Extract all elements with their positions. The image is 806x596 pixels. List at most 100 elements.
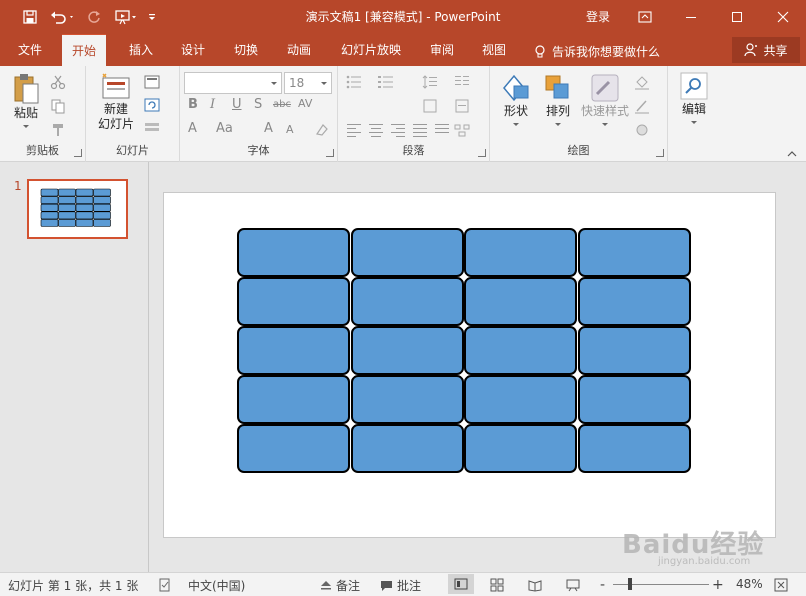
language-indicator[interactable]: 中文(中国) — [188, 577, 245, 594]
slide-canvas[interactable] — [163, 192, 776, 538]
spell-check-icon[interactable] — [158, 578, 172, 592]
fit-to-window-icon[interactable] — [774, 578, 788, 592]
grid-shape[interactable] — [350, 228, 464, 277]
italic-button[interactable]: I — [210, 97, 215, 112]
tab-design[interactable]: 设计 — [171, 34, 215, 66]
collapse-ribbon-icon[interactable] — [786, 150, 798, 158]
reset-icon[interactable] — [144, 97, 160, 113]
grid-shape[interactable] — [464, 424, 577, 473]
shapes-button[interactable]: 形状 — [496, 72, 536, 126]
underline-button[interactable]: U — [232, 97, 242, 112]
grid-shape[interactable] — [577, 228, 691, 277]
change-case-button[interactable]: Aa — [216, 121, 233, 136]
grid-shape[interactable] — [237, 228, 350, 277]
grid-shape[interactable] — [350, 375, 464, 424]
grid-shape[interactable] — [464, 326, 577, 375]
editing-label: 编辑 — [681, 102, 706, 116]
tab-insert[interactable]: 插入 — [119, 34, 163, 66]
notes-button[interactable]: 备注 — [320, 577, 360, 594]
maximize-icon[interactable] — [714, 0, 760, 34]
layout-icon[interactable] — [144, 74, 160, 90]
grid-shape[interactable] — [464, 277, 577, 326]
grid-shape[interactable] — [237, 277, 350, 326]
font-size-combo[interactable]: 18 — [284, 72, 332, 94]
new-slide-button[interactable]: 新建 幻灯片 — [92, 72, 140, 132]
zoom-slider-thumb[interactable] — [628, 578, 632, 590]
distributed-icon[interactable] — [434, 122, 450, 138]
grid-shape[interactable] — [577, 424, 691, 473]
section-icon[interactable] — [144, 120, 160, 136]
decrease-font-size-button[interactable]: A — [286, 123, 294, 136]
grid-shape[interactable] — [577, 375, 691, 424]
normal-view-button[interactable] — [448, 574, 474, 594]
paste-button[interactable]: 粘贴 — [8, 72, 44, 128]
format-painter-icon[interactable] — [50, 122, 66, 138]
tab-home[interactable]: 开始 — [62, 34, 107, 66]
align-center-icon[interactable] — [368, 122, 384, 138]
numbering-icon[interactable] — [378, 74, 394, 90]
grid-shape[interactable] — [464, 228, 577, 277]
font-launcher[interactable] — [326, 149, 334, 157]
clipboard-launcher[interactable] — [74, 149, 82, 157]
slide-thumbnail[interactable] — [27, 179, 128, 239]
align-left-icon[interactable] — [346, 122, 362, 138]
grid-shape[interactable] — [577, 277, 691, 326]
grid-shape[interactable] — [350, 326, 464, 375]
strikethrough-button[interactable]: abc — [273, 99, 291, 110]
shape-effects-icon[interactable] — [634, 122, 650, 138]
bullets-icon[interactable] — [346, 74, 362, 90]
slide-sorter-icon[interactable] — [490, 578, 504, 592]
grid-shape[interactable] — [237, 424, 350, 473]
character-spacing-button[interactable]: AV — [298, 97, 312, 110]
line-spacing-icon[interactable] — [422, 74, 438, 90]
shapes-label: 形状 — [503, 104, 528, 118]
font-name-combo[interactable] — [184, 72, 282, 94]
align-text-icon[interactable] — [454, 98, 470, 114]
clear-formatting-icon[interactable] — [314, 122, 330, 138]
grid-shape[interactable] — [237, 326, 350, 375]
title-bar: 演示文稿1 [兼容模式] - PowerPoint 登录 — [0, 0, 806, 34]
zoom-in-button[interactable]: + — [712, 577, 724, 593]
shape-outline-icon[interactable] — [634, 98, 650, 114]
increase-font-size-button[interactable]: A — [264, 121, 273, 136]
font-color-button[interactable]: A — [188, 121, 197, 136]
align-right-icon[interactable] — [390, 122, 406, 138]
drawing-launcher[interactable] — [656, 149, 664, 157]
smartart-icon[interactable] — [454, 122, 470, 138]
grid-shape[interactable] — [577, 326, 691, 375]
grid-shape[interactable] — [464, 375, 577, 424]
shadow-button[interactable]: S — [254, 97, 262, 112]
tab-animations[interactable]: 动画 — [277, 34, 321, 66]
share-button[interactable]: 共享 — [732, 37, 800, 63]
tab-transitions[interactable]: 切换 — [224, 34, 268, 66]
grid-shape[interactable] — [237, 375, 350, 424]
reading-view-icon[interactable] — [528, 578, 542, 592]
columns-icon[interactable] — [454, 74, 470, 90]
zoom-out-button[interactable]: - — [600, 577, 605, 593]
paragraph-launcher[interactable] — [478, 149, 486, 157]
close-icon[interactable] — [760, 0, 806, 34]
slide-show-icon[interactable] — [566, 578, 580, 592]
login-link[interactable]: 登录 — [586, 8, 610, 25]
bold-button[interactable]: B — [188, 97, 198, 112]
tab-file[interactable]: 文件 — [8, 34, 52, 66]
zoom-level[interactable]: 48% — [736, 577, 763, 591]
grid-shape[interactable] — [350, 277, 464, 326]
tab-view[interactable]: 视图 — [472, 34, 516, 66]
text-direction-icon[interactable] — [422, 98, 438, 114]
arrange-button[interactable]: 排列 — [538, 72, 578, 126]
grid-shape[interactable] — [350, 424, 464, 473]
shape-fill-icon[interactable] — [634, 74, 650, 90]
tab-slide-show[interactable]: 幻灯片放映 — [331, 34, 411, 66]
quick-styles-button[interactable]: 快速样式 — [578, 72, 632, 126]
copy-icon[interactable] — [50, 98, 66, 114]
comments-button[interactable]: 批注 — [380, 577, 421, 594]
editing-button[interactable]: 编辑 — [676, 72, 712, 124]
minimize-icon[interactable] — [668, 0, 714, 34]
justify-icon[interactable] — [412, 122, 428, 138]
tab-review[interactable]: 审阅 — [420, 34, 464, 66]
ribbon-display-options-icon[interactable] — [622, 0, 668, 34]
tell-me-box[interactable]: 告诉我你想要做什么 — [534, 43, 660, 60]
thumbnail-number: 1 — [14, 179, 22, 193]
cut-icon[interactable] — [50, 74, 66, 90]
